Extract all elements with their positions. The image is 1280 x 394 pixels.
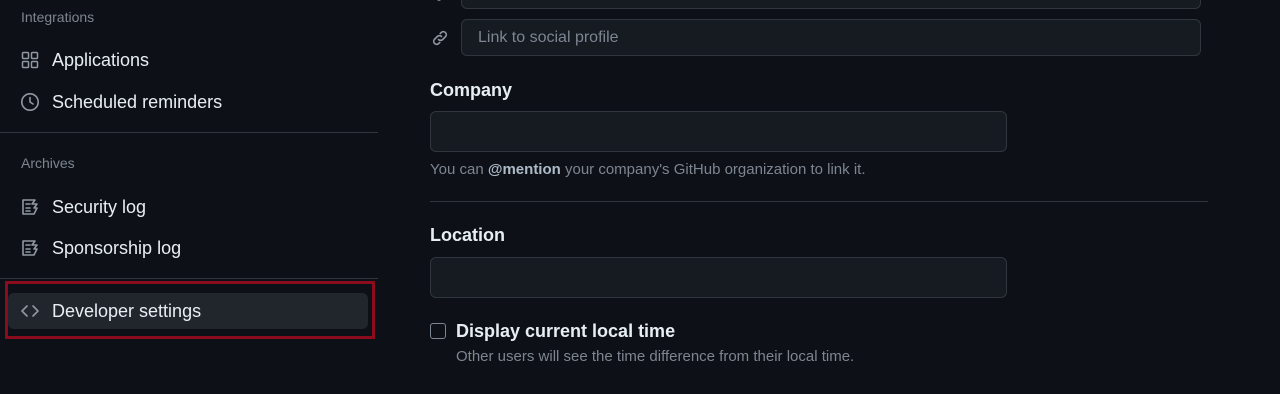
company-label: Company — [430, 80, 513, 100]
social-link-input-partial[interactable] — [461, 0, 1201, 9]
clock-icon — [20, 92, 40, 112]
sidebar-item-security-log[interactable]: Security log — [8, 189, 368, 225]
company-input[interactable] — [430, 111, 1007, 152]
apps-grid-icon — [20, 50, 40, 70]
link-icon — [434, 0, 444, 4]
log-icon — [20, 238, 40, 258]
company-note: You can @mention your company's GitHub o… — [430, 161, 866, 178]
sidebar-divider — [0, 132, 378, 133]
sidebar-divider — [0, 278, 378, 279]
company-note-prefix: You can — [430, 161, 488, 178]
location-input[interactable] — [430, 257, 1007, 298]
social-link-input[interactable] — [461, 19, 1201, 56]
settings-sidebar: Integrations Applications Scheduled remi… — [0, 0, 378, 394]
sidebar-item-label: Security log — [52, 196, 147, 217]
company-note-mention: @mention — [487, 161, 561, 178]
company-note-suffix: your company's GitHub organization to li… — [560, 161, 866, 178]
location-label: Location — [430, 225, 505, 245]
log-icon — [20, 197, 40, 217]
sidebar-item-label: Applications — [52, 49, 150, 70]
archives-heading: Archives — [21, 155, 75, 171]
sidebar-item-sponsorship-log[interactable]: Sponsorship log — [8, 230, 368, 266]
sidebar-item-scheduled-reminders[interactable]: Scheduled reminders — [8, 84, 368, 120]
integrations-heading: Integrations — [21, 9, 95, 25]
local-time-label[interactable]: Display current local time — [456, 321, 675, 342]
local-time-checkbox[interactable] — [430, 323, 446, 339]
link-icon — [430, 28, 450, 48]
highlight-annotation — [5, 281, 375, 339]
form-divider — [430, 201, 1208, 202]
local-time-note: Other users will see the time difference… — [456, 348, 855, 365]
sidebar-item-applications[interactable]: Applications — [8, 42, 368, 78]
sidebar-item-label: Sponsorship log — [52, 237, 182, 258]
sidebar-item-label: Scheduled reminders — [52, 91, 223, 112]
profile-form: Company You can @mention your company's … — [378, 0, 1280, 394]
